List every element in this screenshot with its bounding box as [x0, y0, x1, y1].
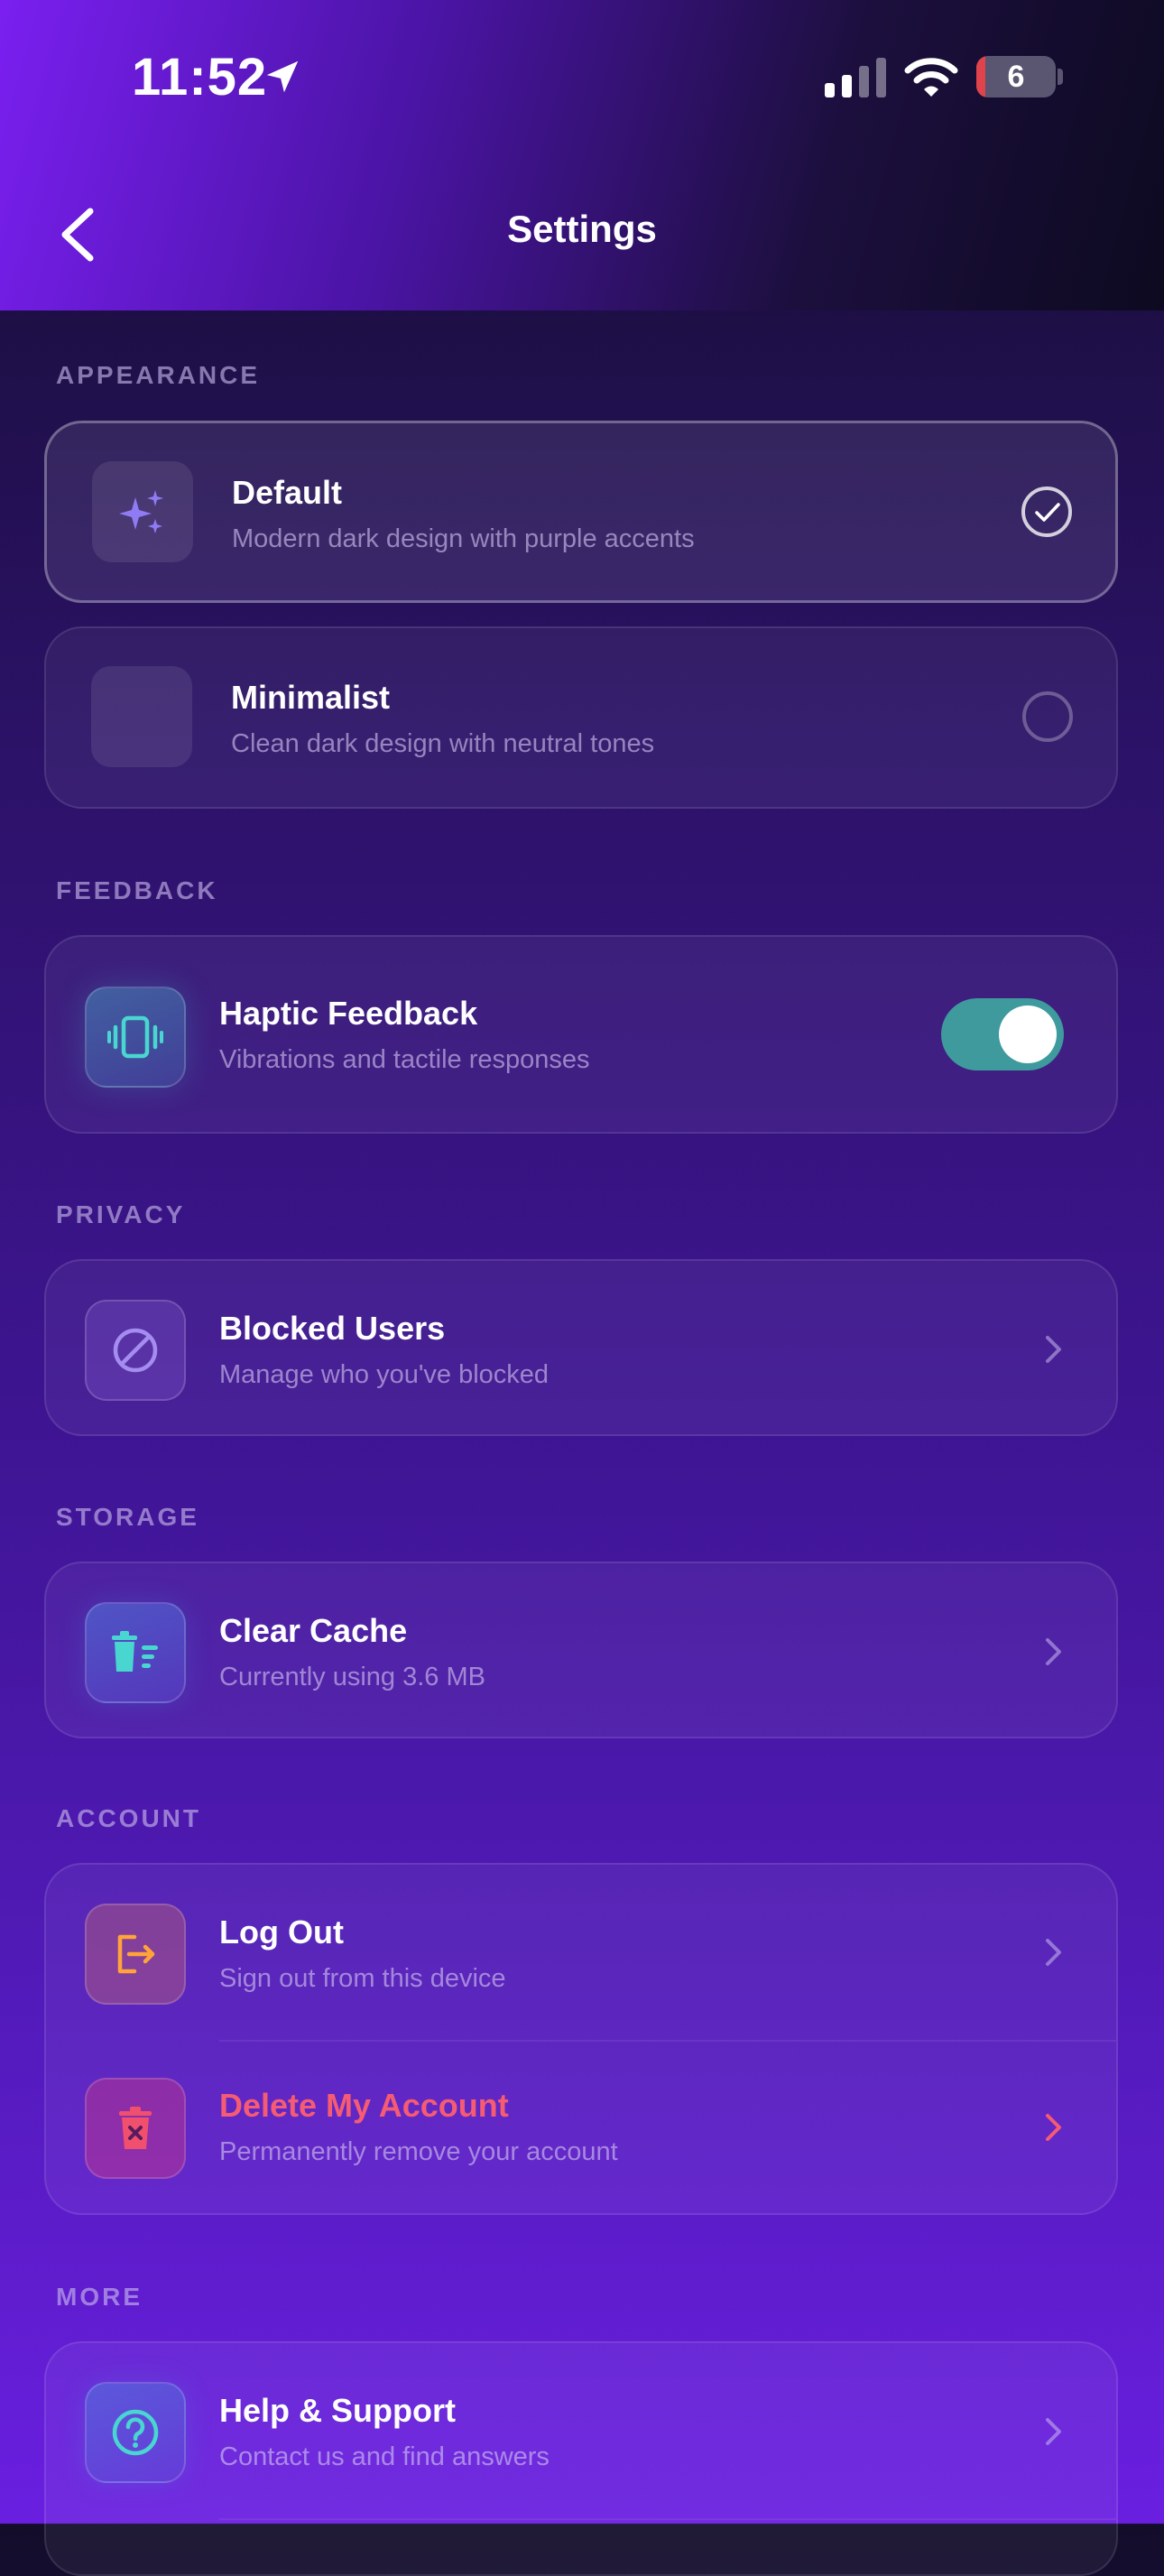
chevron-right-icon [1046, 1336, 1061, 1363]
blocked-users-subtitle: Manage who you've blocked [219, 1360, 550, 1389]
more-card: Help & Support Contact us and find answe… [44, 2341, 1118, 2576]
block-icon [85, 1300, 186, 1401]
log-out-row[interactable]: Log Out Sign out from this device [46, 1865, 1116, 2040]
page-title: Settings [507, 208, 657, 250]
log-out-title: Log Out [219, 1913, 344, 1951]
vibration-icon [85, 987, 186, 1088]
haptic-title: Haptic Feedback [219, 995, 478, 1032]
theme-subtitle: Modern dark design with purple accents [232, 524, 695, 553]
section-label-account: ACCOUNT [56, 1804, 201, 1832]
haptic-feedback-row[interactable]: Haptic Feedback Vibrations and tactile r… [44, 935, 1118, 1134]
checkmark-icon [1035, 503, 1060, 522]
battery-level: 6 [1007, 60, 1025, 94]
help-support-row[interactable]: Help & Support Contact us and find answe… [46, 2343, 1116, 2518]
haptic-subtitle: Vibrations and tactile responses [219, 1045, 590, 1074]
section-label-feedback: FEEDBACK [56, 876, 218, 904]
trash-icon [85, 1602, 186, 1703]
status-time: 11:52 [132, 48, 268, 107]
help-support-subtitle: Contact us and find answers [219, 2442, 550, 2471]
location-arrow-icon [266, 60, 299, 93]
haptic-toggle[interactable] [941, 998, 1064, 1070]
clear-cache-row[interactable]: Clear Cache Currently using 3.6 MB [44, 1561, 1118, 1738]
clear-cache-title: Clear Cache [219, 1612, 408, 1649]
theme-title: Default [232, 474, 343, 511]
delete-account-subtitle: Permanently remove your account [219, 2137, 618, 2166]
theme-option-default[interactable]: Default Modern dark design with purple a… [44, 421, 1118, 603]
row-divider [219, 2518, 1116, 2520]
theme-radio-unselected[interactable] [1022, 691, 1073, 742]
cellular-signal-icon [825, 58, 886, 97]
blocked-users-title: Blocked Users [219, 1310, 446, 1347]
account-card: Log Out Sign out from this device Delete… [44, 1863, 1118, 2215]
section-label-storage: STORAGE [56, 1503, 199, 1531]
battery-tip [1058, 69, 1063, 85]
theme-title: Minimalist [231, 679, 391, 716]
delete-account-row[interactable]: Delete My Account Permanently remove you… [46, 2042, 1116, 2215]
chevron-right-icon [1046, 2114, 1061, 2141]
clear-cache-subtitle: Currently using 3.6 MB [219, 1663, 485, 1691]
theme-radio-selected[interactable] [1021, 486, 1072, 537]
blocked-users-row[interactable]: Blocked Users Manage who you've blocked [44, 1259, 1118, 1436]
help-icon [85, 2382, 186, 2483]
moon-icon [91, 666, 192, 767]
section-label-more: MORE [56, 2283, 143, 2311]
battery-indicator: 6 [976, 56, 1056, 97]
section-label-privacy: PRIVACY [56, 1200, 186, 1228]
delete-icon [85, 2078, 186, 2179]
chevron-right-icon [1046, 2418, 1061, 2445]
sparkles-icon [92, 461, 193, 562]
section-label-appearance: APPEARANCE [56, 361, 261, 389]
help-support-title: Help & Support [219, 2392, 456, 2429]
theme-subtitle: Clean dark design with neutral tones [231, 729, 655, 758]
chevron-right-icon [1046, 1638, 1061, 1665]
wifi-icon [904, 58, 958, 97]
toggle-knob [999, 1005, 1057, 1063]
theme-option-minimalist[interactable]: Minimalist Clean dark design with neutra… [44, 626, 1118, 809]
log-out-subtitle: Sign out from this device [219, 1964, 506, 1993]
delete-account-title: Delete My Account [219, 2087, 509, 2124]
chevron-right-icon [1046, 1939, 1061, 1966]
logout-icon [85, 1904, 186, 2005]
